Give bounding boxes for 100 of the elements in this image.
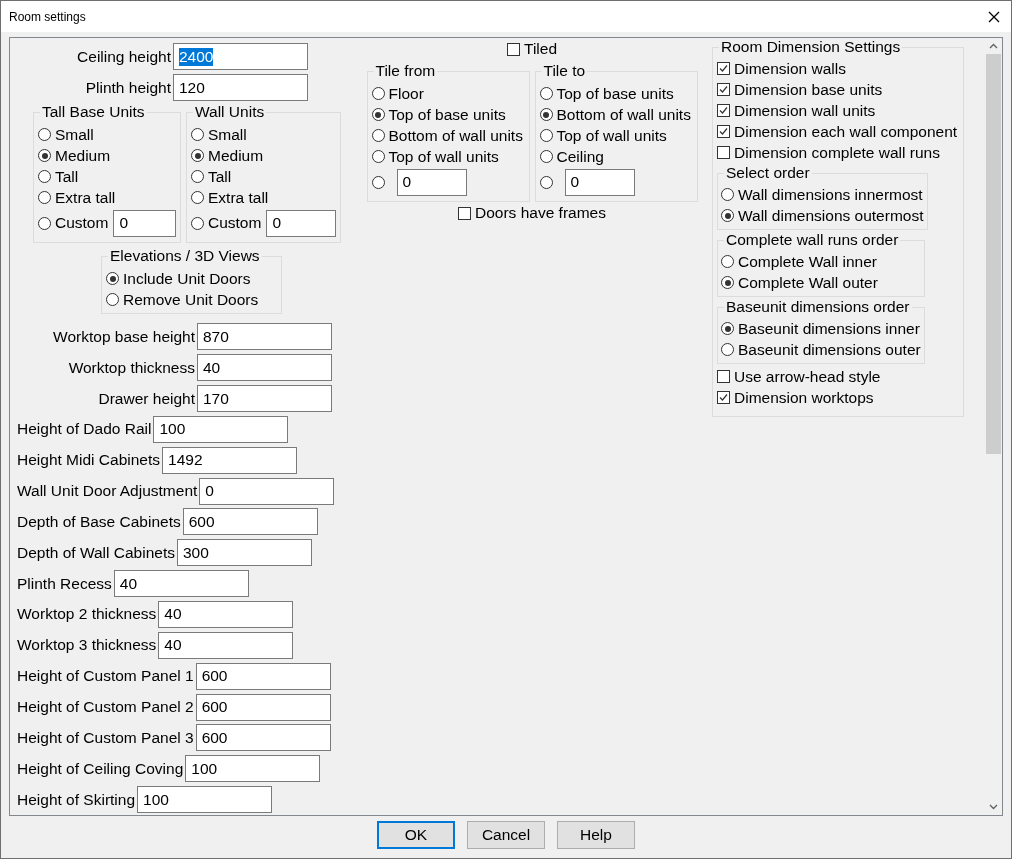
- checkbox-label: Dimension base units: [734, 80, 883, 99]
- field-label: Height of Dado Rail: [17, 420, 153, 439]
- field-label: Worktop 3 thickness: [17, 636, 158, 655]
- checkbox[interactable]: [717, 104, 730, 117]
- checkbox-label: Dimension complete wall runs: [734, 143, 940, 162]
- option-label: Wall dimensions innermost: [738, 185, 923, 204]
- option-label: Tall: [208, 167, 232, 186]
- radio-button[interactable]: [38, 191, 51, 204]
- radio-button[interactable]: [539, 129, 553, 142]
- option-label: Bottom of wall units: [388, 126, 523, 145]
- dialog-button[interactable]: OK: [377, 821, 455, 849]
- radio-button[interactable]: [371, 150, 385, 163]
- text-field[interactable]: 0: [113, 209, 176, 237]
- window-title: Room settings: [9, 9, 86, 24]
- text-field[interactable]: 100: [153, 415, 289, 443]
- text-field[interactable]: 2400: [173, 43, 308, 70]
- text-field[interactable]: 1492: [162, 446, 297, 474]
- text-field[interactable]: 0: [266, 209, 336, 237]
- radio-button[interactable]: [106, 293, 119, 306]
- checkbox-label: Dimension each wall component: [734, 122, 958, 141]
- text-field[interactable]: 600: [195, 724, 331, 752]
- text-field[interactable]: 870: [197, 323, 332, 350]
- field-label: Wall Unit Door Adjustment: [17, 482, 199, 501]
- radio-button[interactable]: [38, 149, 51, 162]
- checkbox[interactable]: [717, 62, 730, 75]
- radio-button[interactable]: [191, 149, 204, 162]
- group-title: Room Dimension Settings: [719, 38, 903, 56]
- radio-button[interactable]: [539, 87, 553, 100]
- radio-button[interactable]: [721, 343, 734, 356]
- option-label: Top of base units: [388, 105, 506, 124]
- checkbox[interactable]: [717, 125, 730, 138]
- field-label: Height of Skirting: [17, 790, 137, 809]
- checkbox-label: Dimension walls: [734, 59, 846, 78]
- field-label: Plinth Recess: [17, 574, 113, 593]
- radio-button[interactable]: [539, 175, 553, 189]
- checkbox[interactable]: [717, 83, 730, 96]
- radio-button[interactable]: [191, 128, 204, 141]
- field-label: Worktop base height: [53, 327, 196, 346]
- text-field[interactable]: 100: [185, 755, 321, 783]
- text-field[interactable]: 0: [396, 168, 467, 196]
- radio-button[interactable]: [721, 255, 734, 268]
- text-field[interactable]: 100: [137, 786, 273, 814]
- text-field[interactable]: 40: [158, 631, 294, 659]
- radio-button[interactable]: [38, 216, 51, 230]
- field-label: Drawer height: [98, 389, 196, 408]
- text-field[interactable]: 170: [197, 385, 332, 412]
- option-label: Baseunit dimensions inner: [738, 319, 920, 338]
- checkbox[interactable]: [717, 370, 730, 383]
- checkbox[interactable]: [717, 391, 730, 404]
- field-label: Worktop thickness: [68, 358, 196, 377]
- radio-button[interactable]: [106, 272, 119, 285]
- radio-button[interactable]: [539, 150, 553, 163]
- radio-button[interactable]: [191, 170, 204, 183]
- radio-button[interactable]: [721, 209, 734, 222]
- option-label: Bottom of wall units: [556, 105, 691, 124]
- text-field[interactable]: 40: [158, 601, 294, 628]
- radio-button[interactable]: [371, 129, 385, 142]
- radio-button[interactable]: [721, 188, 734, 201]
- text-field[interactable]: 120: [173, 74, 308, 101]
- scroll-down-icon[interactable]: [989, 804, 998, 810]
- dialog-button[interactable]: Help: [557, 821, 635, 849]
- field-label: Depth of Wall Cabinets: [17, 543, 176, 562]
- text-field[interactable]: 600: [195, 693, 331, 721]
- text-field[interactable]: 40: [113, 570, 249, 598]
- text-field[interactable]: 300: [176, 539, 312, 567]
- scroll-up-icon[interactable]: [989, 43, 998, 49]
- radio-button[interactable]: [371, 87, 385, 100]
- radio-button[interactable]: [38, 128, 51, 141]
- option-label: Include Unit Doors: [123, 269, 251, 288]
- text-field[interactable]: 40: [197, 354, 332, 381]
- scrollbar-thumb[interactable]: [986, 54, 1001, 454]
- option-label: Ceiling: [556, 147, 604, 166]
- checkbox[interactable]: [717, 146, 730, 159]
- radio-button[interactable]: [371, 175, 385, 189]
- field-label: Plinth height: [85, 78, 172, 97]
- option-label: Complete Wall outer: [738, 273, 878, 292]
- option-label: Tall: [55, 167, 79, 186]
- checkbox[interactable]: [458, 206, 471, 220]
- radio-button[interactable]: [371, 108, 385, 121]
- option-label: Extra tall: [208, 188, 269, 207]
- radio-button[interactable]: [721, 276, 734, 289]
- close-icon[interactable]: [988, 10, 1000, 23]
- text-field[interactable]: 0: [564, 168, 635, 196]
- option-label: Top of wall units: [556, 126, 667, 145]
- text-field[interactable]: 600: [182, 508, 318, 536]
- radio-button[interactable]: [539, 108, 553, 121]
- checkbox-label: Doors have frames: [475, 204, 606, 222]
- dialog-button[interactable]: Cancel: [467, 821, 545, 849]
- radio-button[interactable]: [191, 191, 204, 204]
- field-label: Height of Custom Panel 1: [17, 667, 195, 686]
- option-label: Custom: [55, 214, 109, 232]
- checkbox[interactable]: [507, 42, 520, 56]
- text-field[interactable]: 0: [199, 477, 335, 505]
- text-field[interactable]: 600: [195, 662, 331, 690]
- checkbox-label: Use arrow-head style: [734, 367, 881, 386]
- radio-button[interactable]: [721, 322, 734, 335]
- option-label: Floor: [388, 84, 424, 103]
- option-label: Medium: [55, 146, 111, 165]
- radio-button[interactable]: [38, 170, 51, 183]
- radio-button[interactable]: [191, 216, 204, 230]
